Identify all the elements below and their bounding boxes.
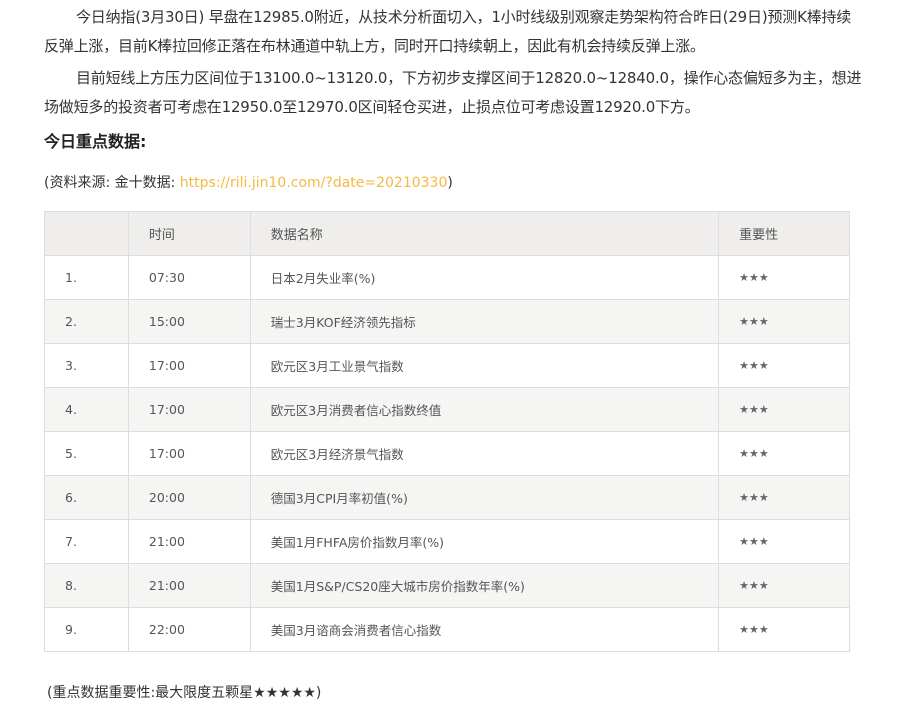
table-row: 9. 22:00 美国3月谘商会消费者信心指数 ★★★ bbox=[44, 607, 850, 652]
row-index: 8. bbox=[44, 563, 129, 608]
row-name: 欧元区3月经济景气指数 bbox=[249, 431, 720, 476]
data-source-line: (资料来源: 金十数据: https://rili.jin10.com/?dat… bbox=[44, 170, 453, 196]
table-row: 5. 17:00 欧元区3月经济景气指数 ★★★ bbox=[44, 431, 850, 476]
row-name: 瑞士3月KOF经济领先指标 bbox=[249, 299, 720, 344]
row-name: 欧元区3月工业景气指数 bbox=[249, 343, 720, 388]
row-time: 21:00 bbox=[127, 519, 251, 564]
row-time: 22:00 bbox=[127, 607, 251, 652]
analysis-paragraph-1: 今日纳指(3月30日) 早盘在12985.0附近，从技术分析面切入，1小时线级别… bbox=[44, 8, 852, 55]
row-time: 07:30 bbox=[127, 255, 251, 300]
row-importance: ★★★ bbox=[718, 255, 850, 300]
row-importance: ★★★ bbox=[718, 431, 850, 476]
row-time: 15:00 bbox=[127, 299, 251, 344]
row-importance: ★★★ bbox=[718, 607, 850, 652]
row-name: 欧元区3月消费者信心指数终值 bbox=[249, 387, 720, 432]
row-index: 3. bbox=[44, 343, 129, 388]
row-name: 美国1月S&P/CS20座大城市房价指数年率(%) bbox=[249, 563, 720, 608]
table-row: 2. 15:00 瑞士3月KOF经济领先指标 ★★★ bbox=[44, 299, 850, 344]
key-data-heading: 今日重点数据: bbox=[44, 132, 147, 151]
row-time: 17:00 bbox=[127, 387, 251, 432]
row-index: 5. bbox=[44, 431, 129, 476]
source-suffix: ) bbox=[447, 175, 453, 191]
row-name: 德国3月CPI月率初值(%) bbox=[249, 475, 720, 520]
row-time: 17:00 bbox=[127, 343, 251, 388]
analysis-paragraph-2: 目前短线上方压力区间位于13100.0~13120.0，下方初步支撑区间于128… bbox=[44, 69, 862, 116]
table-row: 7. 21:00 美国1月FHFA房价指数月率(%) ★★★ bbox=[44, 519, 850, 564]
header-index bbox=[44, 211, 129, 256]
table-row: 6. 20:00 德国3月CPI月率初值(%) ★★★ bbox=[44, 475, 850, 520]
table-row: 8. 21:00 美国1月S&P/CS20座大城市房价指数年率(%) ★★★ bbox=[44, 563, 850, 608]
row-time: 20:00 bbox=[127, 475, 251, 520]
row-importance: ★★★ bbox=[718, 387, 850, 432]
row-time: 21:00 bbox=[127, 563, 251, 608]
table-header-row: 时间 数据名称 重要性 bbox=[44, 211, 850, 256]
row-name: 美国1月FHFA房价指数月率(%) bbox=[249, 519, 720, 564]
economic-data-table: 时间 数据名称 重要性 1. 07:30 日本2月失业率(%) ★★★ 2. 1… bbox=[44, 211, 850, 652]
header-importance: 重要性 bbox=[718, 211, 850, 256]
row-importance: ★★★ bbox=[718, 343, 850, 388]
table-row: 1. 07:30 日本2月失业率(%) ★★★ bbox=[44, 255, 850, 300]
row-name: 日本2月失业率(%) bbox=[249, 255, 720, 300]
row-importance: ★★★ bbox=[718, 475, 850, 520]
table-row: 4. 17:00 欧元区3月消费者信心指数终值 ★★★ bbox=[44, 387, 850, 432]
row-importance: ★★★ bbox=[718, 563, 850, 608]
row-index: 7. bbox=[44, 519, 129, 564]
header-name: 数据名称 bbox=[249, 211, 720, 256]
row-index: 2. bbox=[44, 299, 129, 344]
header-time: 时间 bbox=[127, 211, 251, 256]
row-index: 4. bbox=[44, 387, 129, 432]
source-link[interactable]: https://rili.jin10.com/?date=20210330 bbox=[180, 175, 448, 191]
row-index: 6. bbox=[44, 475, 129, 520]
importance-footnote: (重点数据重要性:最大限度五颗星★★★★★) bbox=[47, 685, 322, 701]
row-importance: ★★★ bbox=[718, 299, 850, 344]
row-name: 美国3月谘商会消费者信心指数 bbox=[249, 607, 720, 652]
row-importance: ★★★ bbox=[718, 519, 850, 564]
row-time: 17:00 bbox=[127, 431, 251, 476]
row-index: 1. bbox=[44, 255, 129, 300]
source-prefix: (资料来源: 金十数据: bbox=[44, 175, 180, 191]
row-index: 9. bbox=[44, 607, 129, 652]
table-row: 3. 17:00 欧元区3月工业景气指数 ★★★ bbox=[44, 343, 850, 388]
